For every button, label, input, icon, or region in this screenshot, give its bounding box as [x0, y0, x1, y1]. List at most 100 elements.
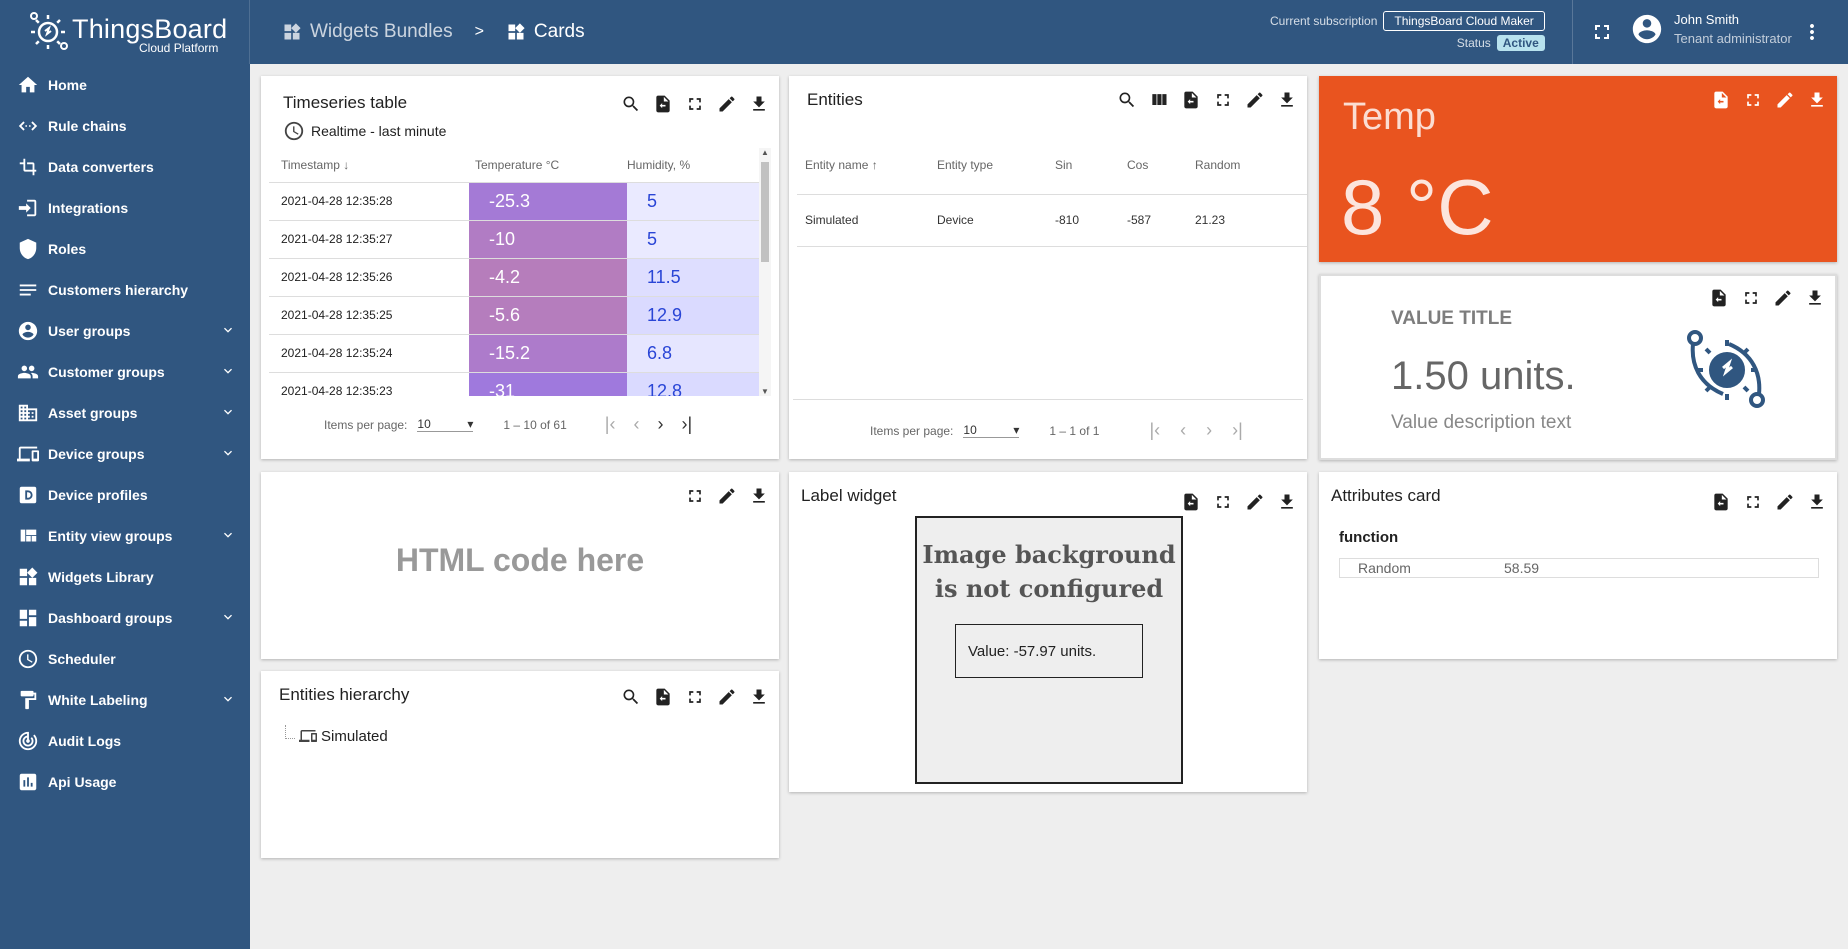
- column-header-humidity[interactable]: Humidity, %: [627, 148, 759, 183]
- column-header-entity-name[interactable]: Entity name ↑: [797, 136, 937, 195]
- export-button[interactable]: [653, 687, 673, 707]
- fullscreen-widget-button[interactable]: [1743, 492, 1763, 512]
- sidebar-item-device-groups[interactable]: Device groups: [0, 433, 250, 474]
- user-menu[interactable]: John Smith Tenant administrator: [1630, 12, 1792, 46]
- prev-page-button[interactable]: ‹: [633, 414, 639, 435]
- export-button[interactable]: [1709, 288, 1729, 308]
- column-header-cos[interactable]: Cos: [1127, 136, 1195, 195]
- sidebar-item-customer-groups[interactable]: Customer groups: [0, 351, 250, 392]
- page-size-select[interactable]: 10 ▾: [963, 423, 1020, 438]
- sidebar-item-entity-view-groups[interactable]: Entity view groups: [0, 515, 250, 556]
- export-button[interactable]: [653, 94, 673, 114]
- edit-button[interactable]: [1775, 90, 1795, 110]
- breadcrumb-widgets-bundles[interactable]: Widgets Bundles: [282, 21, 453, 43]
- sidebar-item-user-groups[interactable]: User groups: [0, 310, 250, 351]
- column-header-sin[interactable]: Sin: [1055, 136, 1127, 195]
- more-menu-button[interactable]: [1800, 20, 1824, 49]
- sidebar-item-audit-logs[interactable]: Audit Logs: [0, 720, 250, 761]
- fullscreen-widget-button[interactable]: [685, 687, 705, 707]
- search-button[interactable]: [621, 94, 641, 114]
- download-button[interactable]: [749, 486, 769, 506]
- edit-button[interactable]: [1245, 492, 1265, 512]
- sidebar-item-api-usage[interactable]: Api Usage: [0, 761, 250, 802]
- fullscreen-widget-button[interactable]: [1213, 492, 1233, 512]
- edit-button[interactable]: [1773, 288, 1793, 308]
- download-button[interactable]: [749, 94, 769, 114]
- fullscreen-icon: [1595, 25, 1609, 39]
- page-size-select[interactable]: 10 ▾: [417, 417, 474, 432]
- edit-button[interactable]: [1775, 492, 1795, 512]
- search-button[interactable]: [1117, 90, 1137, 110]
- export-button[interactable]: [1711, 492, 1731, 512]
- sidebar-item-device-profiles[interactable]: Device profiles: [0, 474, 250, 515]
- chevron-down-icon[interactable]: [220, 609, 236, 628]
- sidebar-item-scheduler[interactable]: Scheduler: [0, 638, 250, 679]
- table-row[interactable]: Simulated Device -810 -587 21.23: [797, 194, 1307, 247]
- paginator: Items per page: 10 ▾ 1 – 1 of 1 |‹ ‹ › ›|: [870, 420, 1243, 441]
- next-page-button[interactable]: ›: [1206, 420, 1212, 441]
- sidebar-item-home[interactable]: Home: [0, 64, 250, 105]
- columns-button[interactable]: [1149, 90, 1169, 110]
- download-button[interactable]: [1807, 492, 1827, 512]
- tree-node[interactable]: Simulated: [285, 725, 388, 745]
- sidebar-item-asset-groups[interactable]: Asset groups: [0, 392, 250, 433]
- breadcrumb: Widgets Bundles > Cards: [282, 0, 585, 64]
- edit-button[interactable]: [717, 94, 737, 114]
- fullscreen-widget-button[interactable]: [685, 94, 705, 114]
- download-button[interactable]: [1805, 288, 1825, 308]
- sidebar-item-label: User groups: [48, 322, 131, 339]
- download-button[interactable]: [1277, 90, 1297, 110]
- sidebar-item-rule-chains[interactable]: Rule chains: [0, 105, 250, 146]
- chevron-down-icon[interactable]: [220, 322, 236, 341]
- fullscreen-widget-button[interactable]: [685, 486, 705, 506]
- next-page-button[interactable]: ›: [657, 414, 663, 435]
- table-row[interactable]: 2021-04-28 12:35:27 -10 5: [269, 220, 759, 259]
- fullscreen-button[interactable]: [1590, 20, 1614, 49]
- subscription-plan-badge[interactable]: ThingsBoard Cloud Maker: [1383, 11, 1545, 31]
- search-button[interactable]: [621, 687, 641, 707]
- chevron-down-icon[interactable]: [220, 527, 236, 546]
- chevron-down-icon[interactable]: [220, 691, 236, 710]
- chevron-down-icon[interactable]: [220, 445, 236, 464]
- sidebar-item-white-labeling[interactable]: White Labeling: [0, 679, 250, 720]
- download-button[interactable]: [1277, 492, 1297, 512]
- last-page-button[interactable]: ›|: [681, 414, 692, 435]
- table-row[interactable]: 2021-04-28 12:35:23 -31 12.8: [269, 372, 759, 396]
- sidebar-item-dashboard-groups[interactable]: Dashboard groups: [0, 597, 250, 638]
- column-header-timestamp[interactable]: Timestamp ↓: [269, 148, 469, 183]
- chevron-down-icon[interactable]: [220, 363, 236, 382]
- sidebar-item-roles[interactable]: Roles: [0, 228, 250, 269]
- sidebar-item-widgets-library[interactable]: Widgets Library: [0, 556, 250, 597]
- sidebar-item-integrations[interactable]: Integrations: [0, 187, 250, 228]
- export-button[interactable]: [1181, 492, 1201, 512]
- column-header-random[interactable]: Random: [1195, 136, 1307, 195]
- export-button[interactable]: [1181, 90, 1201, 110]
- sidebar-item-data-converters[interactable]: Data converters: [0, 146, 250, 187]
- first-page-button[interactable]: |‹: [605, 414, 616, 435]
- table-row[interactable]: 2021-04-28 12:35:25 -5.6 12.9: [269, 296, 759, 335]
- export-button[interactable]: [1711, 90, 1731, 110]
- fullscreen-widget-button[interactable]: [1213, 90, 1233, 110]
- fullscreen-widget-button[interactable]: [1741, 288, 1761, 308]
- last-page-button[interactable]: ›|: [1232, 420, 1243, 441]
- edit-button[interactable]: [717, 687, 737, 707]
- brand-logo[interactable]: ThingsBoard Cloud Platform: [0, 0, 250, 64]
- table-row[interactable]: 2021-04-28 12:35:24 -15.2 6.8: [269, 334, 759, 373]
- dropdown-arrow-icon: ▾: [1013, 423, 1020, 437]
- chevron-down-icon[interactable]: [220, 404, 236, 423]
- sidebar-item-customers-hierarchy[interactable]: Customers hierarchy: [0, 269, 250, 310]
- first-page-button[interactable]: |‹: [1149, 420, 1160, 441]
- edit-button[interactable]: [1245, 90, 1265, 110]
- table-row[interactable]: 2021-04-28 12:35:28 -25.3 5: [269, 182, 759, 221]
- download-button[interactable]: [1807, 90, 1827, 110]
- edit-button[interactable]: [717, 486, 737, 506]
- column-header-temperature[interactable]: Temperature °C: [469, 148, 627, 183]
- column-header-entity-type[interactable]: Entity type: [937, 136, 1055, 195]
- timeseries-table-scroll[interactable]: Timestamp ↓ Temperature °C Humidity, % 2…: [269, 148, 759, 396]
- fullscreen-widget-button[interactable]: [1743, 90, 1763, 110]
- timewindow-selector[interactable]: Realtime - last minute: [283, 120, 446, 142]
- table-row[interactable]: 2021-04-28 12:35:26 -4.2 11.5: [269, 258, 759, 297]
- prev-page-button[interactable]: ‹: [1180, 420, 1186, 441]
- scrollbar[interactable]: ▲ ▼: [759, 148, 771, 396]
- download-button[interactable]: [749, 687, 769, 707]
